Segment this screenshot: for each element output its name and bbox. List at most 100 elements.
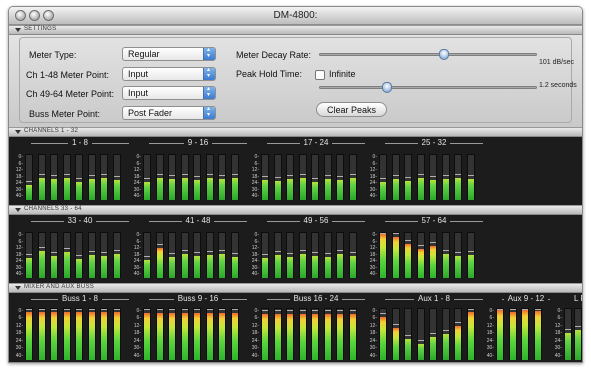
level-meter [37,232,46,278]
decay-rate-slider[interactable] [319,49,537,60]
peak-hold-marker [299,250,306,252]
ch148-meter-point-value: Input [128,69,149,79]
peak-hold-marker [181,309,188,311]
ch148-meter-point-popup[interactable]: Input [122,66,216,81]
peak-hold-marker [337,310,343,312]
db-scale-tick: 12- [486,322,494,329]
level-meter-fill [88,178,95,200]
peak-hold-marker [274,251,281,252]
peak-hold-marker [101,173,107,175]
peak-hold-slider[interactable] [319,82,537,93]
disclosure-triangle-icon[interactable] [15,208,21,212]
level-meter-fill [380,317,386,360]
disclosure-triangle-icon[interactable] [15,28,21,32]
db-scale: 0- 6- 12- 18- 24- 30- 40- [367,308,377,360]
peak-hold-marker [144,255,150,257]
db-scale-tick: 40- [133,271,141,278]
db-scale-tick: 12- [251,245,259,252]
level-meter-fill [51,255,57,278]
db-scale: 0- 6- 12- 18- 24- 30- 40- [552,308,562,360]
level-meter-fill [467,312,474,360]
level-meter-fill [509,312,516,360]
peak-hold-marker [565,328,571,330]
disclosure-triangle-icon[interactable] [15,130,21,134]
level-meter [298,232,307,278]
db-scale-tick: 6- [489,315,494,322]
section-ch1-header[interactable]: CHANNELS 1 - 32 [9,127,582,137]
level-meter-fill [349,255,356,278]
clear-peaks-button[interactable]: Clear Peaks [316,102,388,117]
meter-group-label: 9 - 16 [149,138,247,147]
popup-arrows-icon [203,85,215,99]
level-meter-fill [417,248,424,278]
peak-hold-marker [287,174,293,176]
peak-hold-marker [262,175,268,177]
peak-hold-marker [337,250,343,252]
db-scale-tick: 40- [369,193,377,200]
level-meter-fill [349,177,356,200]
buss-meter-point-popup[interactable]: Post Fader [122,105,216,120]
peak-hold-marker [299,173,306,175]
section-ch2-header[interactable]: CHANNELS 33 - 64 [9,205,582,215]
level-meter-fill [51,178,57,200]
level-meter-fill [337,254,343,278]
level-meter [180,308,189,360]
level-meter-fill [349,314,356,360]
peak-hold-marker [219,174,225,176]
db-scale-tick: 24- [15,258,23,265]
section-buss-header[interactable]: MIXER AND AUX BUSS [9,283,582,293]
peak-hold-slider-knob[interactable] [381,82,392,93]
infinite-checkbox[interactable] [315,70,325,80]
level-meter [273,232,282,278]
db-scale-tick: 24- [133,337,141,344]
peak-hold-marker [380,313,386,315]
peak-hold-marker [194,309,200,311]
disclosure-triangle-icon[interactable] [15,286,21,290]
db-scale-tick: 6- [372,315,377,322]
level-meter [286,308,294,360]
peak-hold-marker [101,309,107,310]
level-meter-fill [219,178,225,200]
level-meter-fill [113,254,120,278]
level-meter-fill [337,179,343,200]
level-meter-fill [169,178,175,200]
level-meter [323,232,332,278]
level-meter-fill [206,255,213,278]
peak-hold-marker [349,173,356,175]
meter-type-popup[interactable]: Regular [122,46,216,61]
level-meter [273,154,282,200]
peak-hold-marker [231,252,238,254]
db-scale-tick: 30- [15,264,23,271]
peak-hold-marker [349,310,356,312]
level-meter [429,232,437,278]
level-meter-fill [392,236,399,278]
level-meter [454,308,462,360]
level-meter [348,154,357,200]
peak-hold-marker [26,253,32,255]
level-meter [379,232,387,278]
buss-meter-point-value: Post Fader [128,108,173,118]
peak-hold-marker [156,173,163,175]
db-scale-tick: 40- [554,352,562,359]
db-scale-tick: 18- [133,251,141,258]
meter-group-label: Aux 9 - 12 [502,294,550,303]
db-scale-tick: 6- [372,238,377,245]
level-meter [521,308,529,360]
ch4964-meter-point-popup[interactable]: Input [122,85,216,100]
level-meter [336,232,344,278]
db-scale-tick: 18- [15,173,23,180]
level-meter-fill [287,314,293,360]
level-meter-fill [430,245,436,278]
buss-meter-point-label: Buss Meter Point: [29,109,101,119]
level-meter-fill [38,177,45,200]
level-meter-fill [26,184,32,200]
level-meter-fill [262,257,268,278]
db-scale-tick: 30- [133,264,141,271]
level-meter [87,154,96,200]
section-settings-header[interactable]: SETTINGS [9,25,582,35]
peak-hold-marker [63,248,70,250]
peak-hold-marker [405,335,411,337]
db-scale-tick: 18- [369,251,377,258]
db-scale-tick: 24- [369,180,377,187]
level-meter [155,154,164,200]
